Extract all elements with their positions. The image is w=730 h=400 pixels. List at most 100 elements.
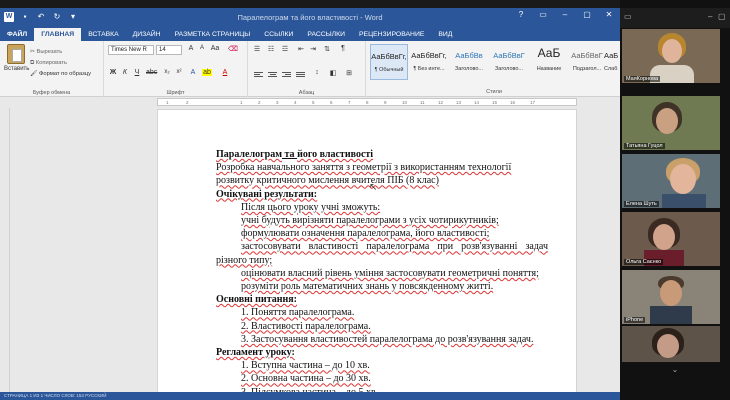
ribbon-display-button[interactable]: ▭ — [532, 8, 554, 22]
sort-icon[interactable]: ⇅ — [322, 45, 332, 53]
strikethrough-icon[interactable]: abc — [146, 69, 157, 76]
underline-icon[interactable]: Ч — [132, 69, 142, 76]
cut-button[interactable]: ✂ Вырезать — [30, 49, 62, 55]
participant-shirt — [662, 194, 706, 208]
font-color-icon[interactable]: A — [220, 69, 230, 76]
align-right-icon[interactable] — [282, 71, 291, 79]
change-case-icon[interactable]: Aa — [210, 45, 220, 52]
tab-home[interactable]: ГЛАВНАЯ — [34, 28, 82, 41]
doc-line: Розробка навчального заняття з геометрії… — [216, 162, 512, 174]
tab-design[interactable]: ДИЗАЙН — [126, 28, 168, 41]
show-marks-icon[interactable]: ¶ — [338, 45, 348, 52]
shading-icon[interactable]: ◧ — [328, 69, 338, 77]
font-size-select[interactable]: 14 — [156, 45, 182, 55]
ruler-tick: 6 — [330, 100, 333, 105]
align-left-icon[interactable] — [254, 71, 263, 79]
align-center-icon[interactable] — [268, 71, 277, 79]
style-title[interactable]: АаБ Название — [530, 44, 568, 80]
tab-page-layout[interactable]: РАЗМЕТКА СТРАНИЦЫ — [168, 28, 258, 41]
status-bar: СТРАНИЦА 1 ИЗ 1 ЧИСЛО СЛОВ: 153 РУССКИЙ — [0, 392, 620, 400]
horizontal-ruler[interactable]: 1 2 1 2 3 4 5 6 7 8 9 10 11 12 13 14 15 … — [0, 97, 620, 107]
result-item-continued: різного типу; — [216, 254, 273, 266]
help-button[interactable]: ? — [510, 8, 532, 22]
numbering-icon[interactable]: ☷ — [266, 45, 276, 53]
style-normal[interactable]: АаБбВвГг, ¶ Обычный — [370, 44, 408, 80]
tab-mailings[interactable]: РАССЫЛКИ — [300, 28, 352, 41]
ruler-tick: 2 — [258, 100, 261, 105]
participant-face — [670, 164, 696, 194]
font-name-select[interactable]: Times New R — [108, 45, 154, 55]
bold-icon[interactable]: Ж — [108, 69, 118, 76]
styles-group-label: Стили — [486, 89, 502, 95]
italic-icon[interactable]: К — [120, 69, 130, 76]
style-heading-1[interactable]: АаБбВв Заголово... — [450, 44, 488, 80]
ruler-tick: 9 — [384, 100, 387, 105]
view-toggle-icon[interactable]: ▭ — [624, 12, 632, 21]
clear-format-icon[interactable]: ⌫ — [228, 45, 238, 53]
participant-tile[interactable]: МаяКорнова — [622, 29, 720, 83]
participant-tile[interactable]: Елена Шуть — [622, 154, 720, 208]
panel-close-icon[interactable]: ▢ — [718, 12, 726, 21]
decrease-indent-icon[interactable]: ⇤ — [296, 45, 306, 53]
justify-icon[interactable] — [296, 71, 305, 79]
format-painter-label: Формат по образцу — [38, 71, 91, 77]
style-heading-2[interactable]: АаБбВвГ Заголово... — [490, 44, 528, 80]
ruler-tick: 4 — [294, 100, 297, 105]
ruler-tick: 11 — [420, 100, 425, 105]
copy-button[interactable]: ⧉ Копировать — [30, 60, 67, 67]
participant-tile[interactable] — [622, 326, 720, 362]
panel-scroll-down-icon[interactable]: ⌄ — [620, 362, 730, 378]
ruler-tick: 13 — [456, 100, 462, 105]
participant-tile[interactable]: Ольга Саєнко — [622, 212, 720, 266]
highlight-icon[interactable]: ab — [202, 69, 212, 76]
schedule-heading: Регламент уроку: — [216, 347, 295, 359]
participant-tile[interactable]: Татьяна Гуцол — [622, 96, 720, 150]
panel-minimize-icon[interactable]: – — [708, 12, 712, 21]
style-subtitle[interactable]: АаБбВвГ Подзагол... — [568, 44, 606, 80]
superscript-icon[interactable]: x² — [174, 69, 184, 75]
cut-label: Вырезать — [36, 49, 63, 55]
ruler-tick: 7 — [348, 100, 351, 105]
text-effects-icon[interactable]: A — [188, 69, 198, 76]
ruler-tick: 14 — [474, 100, 480, 105]
expected-results-heading: Очікувані результати: — [216, 188, 318, 200]
ruler-tick: 15 — [492, 100, 498, 105]
paste-button[interactable]: Вставить — [4, 44, 29, 72]
tab-file[interactable]: ФАЙЛ — [0, 28, 35, 41]
result-item: учні будуть вирізняти паралелограми з ус… — [241, 215, 499, 227]
maximize-button[interactable]: ▢ — [576, 8, 598, 22]
bullets-icon[interactable]: ☰ — [252, 45, 262, 53]
style-sample: АаБбВвГ — [571, 51, 603, 60]
borders-icon[interactable]: ⊞ — [344, 69, 354, 77]
shrink-font-icon[interactable]: A — [197, 45, 207, 51]
participant-tile[interactable]: iPhone — [622, 270, 720, 324]
line-spacing-icon[interactable]: ↕ — [312, 69, 322, 76]
participant-name: iPhone — [624, 317, 646, 323]
ruler-tick: 16 — [510, 100, 516, 105]
ruler-tick: 17 — [530, 100, 536, 105]
minimize-button[interactable]: – — [554, 8, 576, 22]
style-sample: АаБбВвГ — [493, 51, 525, 60]
result-item: застосовувати властивості паралелограма … — [241, 241, 548, 253]
grow-font-icon[interactable]: A — [186, 45, 196, 52]
clipboard-group: Вставить ✂ Вырезать ⧉ Копировать 🖌 Форма… — [0, 41, 104, 97]
style-subtle[interactable]: АаБ Слаб... — [604, 44, 618, 80]
style-no-spacing[interactable]: АаБбВвГг, ¶ Без инте... — [410, 44, 448, 80]
tab-references[interactable]: ССЫЛКИ — [257, 28, 300, 41]
format-painter-button[interactable]: 🖌 Формат по образцу — [30, 71, 91, 77]
subscript-icon[interactable]: x₂ — [162, 69, 172, 75]
document-body[interactable]: Паралелограм та його властивості Розробк… — [216, 148, 548, 399]
title-word-3: його властивості — [297, 149, 374, 160]
document-page[interactable]: Паралелограм та його властивості Розробк… — [157, 109, 577, 400]
title-bar: W ▪ ↶ ↻ ▾ Паралелограм та його властивос… — [0, 8, 620, 28]
vertical-ruler[interactable] — [0, 108, 10, 398]
multilevel-list-icon[interactable]: ☲ — [280, 45, 290, 53]
style-name: ¶ Без инте... — [413, 66, 445, 72]
increase-indent-icon[interactable]: ⇥ — [308, 45, 318, 53]
close-button[interactable]: ✕ — [598, 8, 620, 22]
ruler-tick: 10 — [402, 100, 408, 105]
tab-view[interactable]: ВИД — [431, 28, 459, 41]
tab-insert[interactable]: ВСТАВКА — [81, 28, 125, 41]
ruler-tick: 1 — [166, 100, 169, 105]
tab-review[interactable]: РЕЦЕНЗИРОВАНИЕ — [352, 28, 431, 41]
